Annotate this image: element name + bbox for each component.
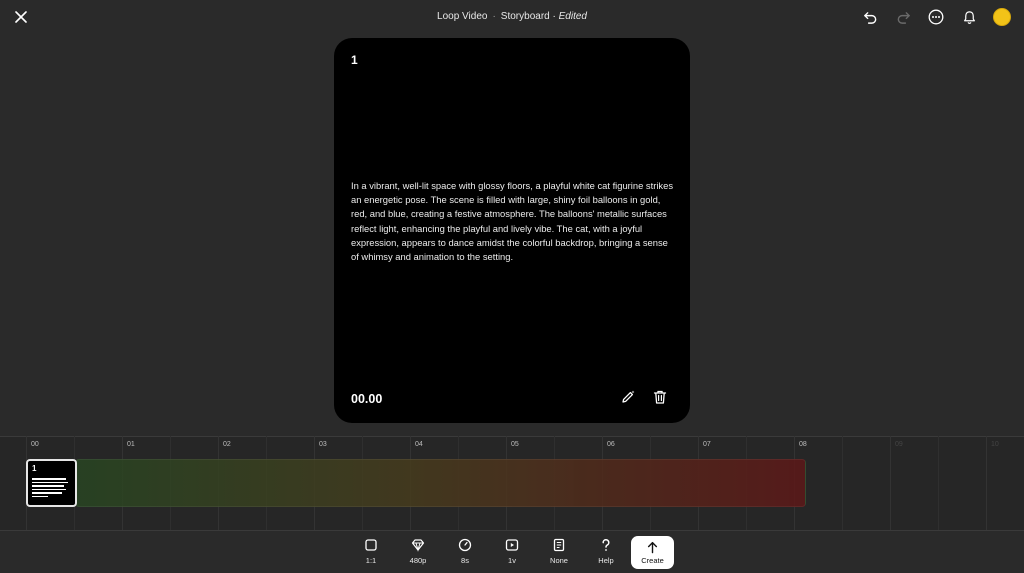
avatar (993, 8, 1011, 26)
diamond-icon (411, 539, 425, 552)
timeline-subtick-line (842, 436, 843, 530)
timeline-tick-line (986, 436, 987, 530)
scene-time: 00.00 (351, 392, 383, 406)
versions-button[interactable]: 1v (495, 538, 529, 565)
duration-label: 8s (461, 556, 469, 565)
notifications-button[interactable] (959, 7, 979, 27)
scene-description: In a vibrant, well-lit space with glossy… (351, 180, 674, 263)
app-root: Loop Video · Storyboard · Edited 1 In a vi… (0, 0, 1024, 573)
timeline-track[interactable] (75, 459, 806, 507)
timeline-tick-line (890, 436, 891, 530)
status-separator: · (549, 11, 559, 22)
clock-icon (458, 538, 472, 552)
edit-scene-button[interactable] (620, 389, 636, 405)
question-icon (602, 539, 610, 551)
timeline-tick-label: 03 (319, 441, 327, 448)
timeline-tick-label: 00 (31, 441, 39, 448)
more-icon (928, 9, 944, 25)
trash-icon (653, 390, 667, 404)
pencil-sparkle-icon (622, 390, 635, 403)
undo-icon (863, 11, 876, 24)
quality-button[interactable]: 480p (401, 538, 435, 565)
bottom-toolbar: 1:1 480p 8s 1v None Help Create (0, 530, 1024, 573)
timeline[interactable]: 00 01 02 03 04 05 06 07 08 09 10 1 (0, 436, 1024, 530)
title-separator: · (492, 11, 496, 22)
style-button[interactable]: None (542, 538, 576, 565)
scene-thumbnail[interactable]: 1 (26, 459, 77, 507)
bell-icon (963, 10, 975, 24)
thumbnail-text-lines (32, 478, 68, 499)
top-actions (860, 6, 1012, 28)
timeline-ruler (0, 436, 1024, 437)
redo-button[interactable] (893, 7, 913, 27)
section-name: Storyboard (500, 11, 550, 22)
thumbnail-number: 1 (32, 464, 37, 473)
play-box-icon (505, 539, 519, 551)
timeline-tick-label: 08 (799, 441, 807, 448)
duration-button[interactable]: 8s (448, 538, 482, 565)
versions-label: 1v (508, 556, 516, 565)
timeline-tick-label: 05 (511, 441, 519, 448)
arrow-up-icon (647, 541, 658, 553)
create-button[interactable]: Create (631, 536, 674, 569)
square-icon (365, 539, 377, 551)
timeline-tick-label: 04 (415, 441, 423, 448)
scene-number: 1 (351, 53, 358, 67)
timeline-tick-label: 06 (607, 441, 615, 448)
timeline-tick-label: 10 (991, 441, 999, 448)
project-name: Loop Video (437, 11, 488, 22)
timeline-tick-label: 07 (703, 441, 711, 448)
avatar-button[interactable] (992, 7, 1012, 27)
quality-label: 480p (409, 556, 427, 565)
book-icon (553, 538, 565, 552)
top-bar: Loop Video · Storyboard · Edited (0, 0, 1024, 34)
timeline-tick-label: 09 (895, 441, 903, 448)
timeline-subtick-line (938, 436, 939, 530)
timeline-tick-label: 02 (223, 441, 231, 448)
edit-status: Edited (558, 11, 587, 22)
help-label: Help (598, 556, 614, 565)
style-label: None (550, 556, 568, 565)
scene-card[interactable]: 1 In a vibrant, well-lit space with glos… (334, 38, 690, 423)
timeline-tick-label: 01 (127, 441, 135, 448)
delete-scene-button[interactable] (652, 389, 668, 405)
aspect-ratio-button[interactable]: 1:1 (354, 538, 388, 565)
help-button[interactable]: Help (589, 538, 623, 565)
create-label: Create (641, 555, 664, 565)
aspect-ratio-label: 1:1 (365, 556, 377, 565)
more-button[interactable] (926, 7, 946, 27)
undo-button[interactable] (860, 7, 880, 27)
redo-icon (897, 11, 910, 24)
